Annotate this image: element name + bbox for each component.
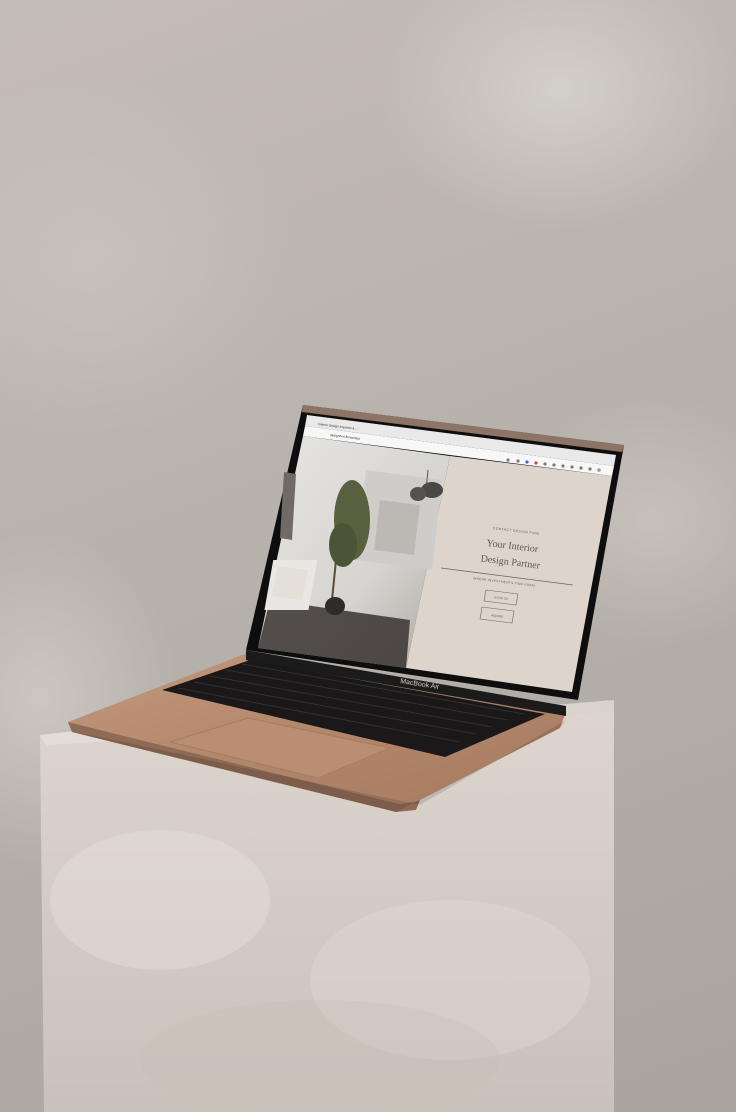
scene: MacBook Air CONTACT DESIGN FIRM Your Int… xyxy=(40,405,624,1112)
